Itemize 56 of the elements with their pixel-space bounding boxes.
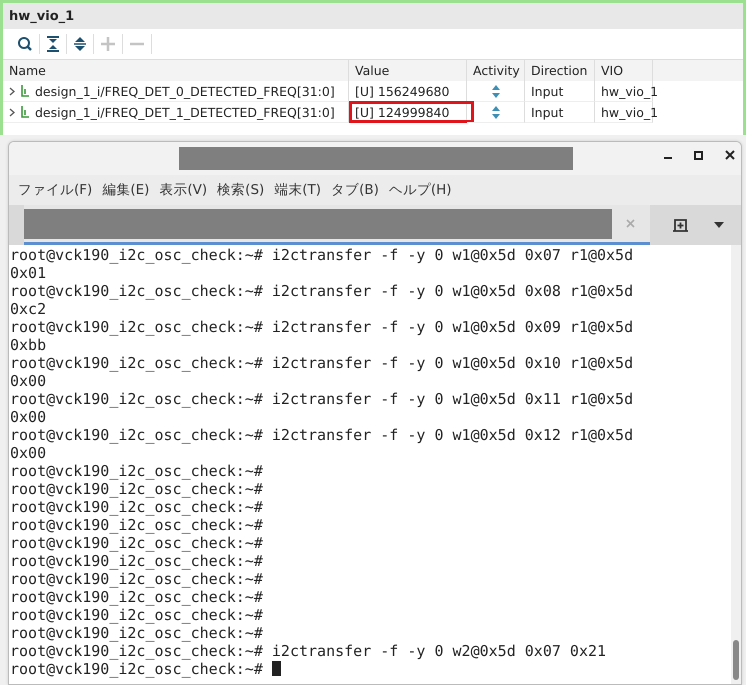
bus-signal-icon (20, 84, 30, 98)
terminal-line: root@vck190_i2c_osc_check:~# (10, 516, 263, 534)
menu-item[interactable]: 表示(V) (158, 181, 216, 199)
expand-caret-icon[interactable] (9, 86, 15, 96)
terminal-line: root@vck190_i2c_osc_check:~# (10, 660, 263, 678)
new-tab-icon[interactable] (672, 218, 689, 232)
terminal-line: root@vck190_i2c_osc_check:~# i2ctransfer -f -y 0 w1@0x5d 0x07 r1@0x5d (10, 246, 634, 264)
terminal-tab[interactable] (24, 205, 650, 245)
vio-name: hw_vio_1 (601, 84, 658, 98)
menu-item[interactable]: 検索(S) (216, 181, 274, 199)
signal-direction: Input (531, 84, 564, 98)
terminal-line: root@vck190_i2c_osc_check:~# (10, 462, 263, 480)
terminal-line: 0xbb (10, 336, 46, 354)
terminal-line: root@vck190_i2c_osc_check:~# i2ctransfer -f -y 0 w2@0x5d 0x07 0x21 (10, 642, 606, 660)
terminal-line: root@vck190_i2c_osc_check:~# i2ctransfer -f -y 0 w1@0x5d 0x08 r1@0x5d (10, 282, 634, 300)
menu-item[interactable]: 端末(T) (273, 181, 330, 199)
signal-value: [U] 156249680 (355, 84, 450, 98)
menu-item[interactable]: 編集(E) (101, 181, 158, 199)
terminal-line: 0x00 (10, 372, 46, 390)
terminal-line: 0x00 (10, 408, 46, 426)
signal-direction: Input (531, 104, 564, 120)
scrollbar-thumb[interactable] (733, 640, 739, 680)
vio-name: hw_vio_1 (601, 104, 658, 120)
terminal-line: root@vck190_i2c_osc_check:~# (10, 480, 263, 498)
terminal-line: root@vck190_i2c_osc_check:~# (10, 498, 263, 516)
terminal-line: root@vck190_i2c_osc_check:~# i2ctransfer -f -y 0 w1@0x5d 0x10 r1@0x5d (10, 354, 634, 372)
expand-all-icon[interactable] (73, 36, 87, 52)
dropdown-caret-icon[interactable] (714, 222, 724, 228)
terminal-line: root@vck190_i2c_osc_check:~# i2ctransfer -f -y 0 w1@0x5d 0x12 r1@0x5d (10, 426, 634, 444)
expand-caret-icon[interactable] (9, 108, 15, 116)
terminal-line: 0x00 (10, 444, 46, 462)
terminal-line: 0x01 (10, 264, 46, 282)
terminal-line: root@vck190_i2c_osc_check:~# i2ctransfer -f -y 0 w1@0x5d 0x09 r1@0x5d (10, 318, 634, 336)
text-cursor (272, 661, 281, 676)
menu-item[interactable]: ファイル(F) (17, 181, 102, 199)
activity-arrows-icon (492, 106, 500, 118)
terminal-line: root@vck190_i2c_osc_check:~# (10, 606, 263, 624)
terminal-line: root@vck190_i2c_osc_check:~# (10, 624, 263, 642)
terminal-line: root@vck190_i2c_osc_check:~# (10, 534, 263, 552)
signal-value: [U] 124999840 (349, 101, 474, 123)
terminal-line: root@vck190_i2c_osc_check:~# i2ctransfer -f -y 0 w1@0x5d 0x11 r1@0x5d (10, 390, 634, 408)
panel-title: hw_vio_1 (3, 3, 743, 29)
menu-item[interactable]: タブ(B) (330, 181, 388, 199)
activity-arrows-icon (492, 84, 500, 98)
maximize-icon[interactable] (694, 150, 703, 160)
bus-signal-icon (20, 105, 30, 119)
search-icon[interactable] (17, 36, 33, 52)
signal-name: design_1_i/FREQ_DET_0_DETECTED_FREQ[31:0] (35, 84, 335, 98)
close-icon[interactable] (725, 150, 735, 160)
collapse-all-icon[interactable] (46, 36, 60, 52)
terminal-line: root@vck190_i2c_osc_check:~# (10, 552, 263, 570)
terminal-line: root@vck190_i2c_osc_check:~# (10, 588, 263, 606)
terminal-line: 0xc2 (10, 300, 46, 318)
terminal-line: root@vck190_i2c_osc_check:~# (10, 570, 263, 588)
menu-item[interactable]: ヘルプ(H) (388, 181, 461, 199)
signal-name: design_1_i/FREQ_DET_1_DETECTED_FREQ[31:0] (35, 104, 335, 120)
